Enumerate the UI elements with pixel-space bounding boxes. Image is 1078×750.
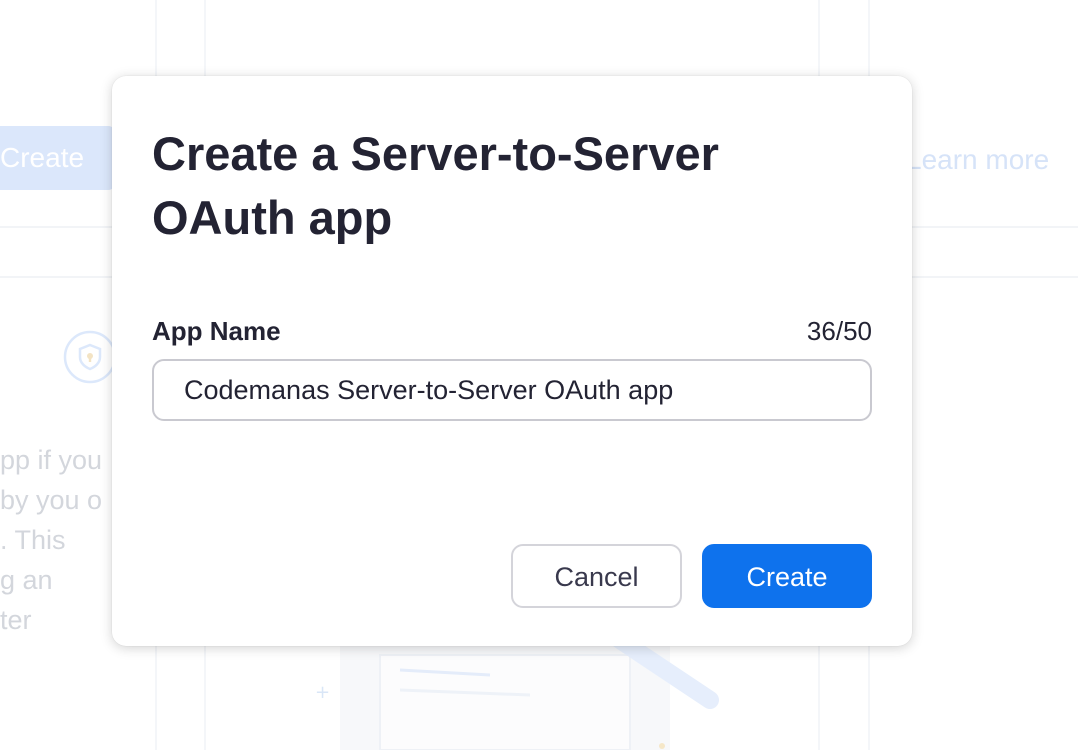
- shield-icon: [63, 330, 117, 384]
- page: Create Learn more pp if you by you o . T…: [0, 0, 1078, 750]
- background-description-line: ter: [0, 605, 32, 635]
- background-description: pp if you by you o . This g an ter: [0, 440, 120, 640]
- background-description-line: by you o: [0, 485, 103, 515]
- cancel-button[interactable]: Cancel: [511, 544, 682, 608]
- background-description-line: g an: [0, 565, 53, 595]
- dialog-title: Create a Server-to-Server OAuth app: [152, 127, 719, 244]
- svg-text:+: +: [315, 682, 330, 703]
- background-description-line: pp if you: [0, 445, 103, 475]
- background-create-button: Create: [0, 126, 116, 190]
- background-description-line: . This: [0, 525, 66, 555]
- create-button[interactable]: Create: [702, 544, 872, 608]
- background-learn-more-link: Learn more: [906, 144, 1050, 175]
- app-name-input[interactable]: [152, 359, 872, 421]
- create-app-dialog: Create a Server-to-Server OAuth app App …: [112, 76, 912, 646]
- app-name-label: App Name: [152, 316, 281, 346]
- character-counter: 36/50: [806, 316, 872, 346]
